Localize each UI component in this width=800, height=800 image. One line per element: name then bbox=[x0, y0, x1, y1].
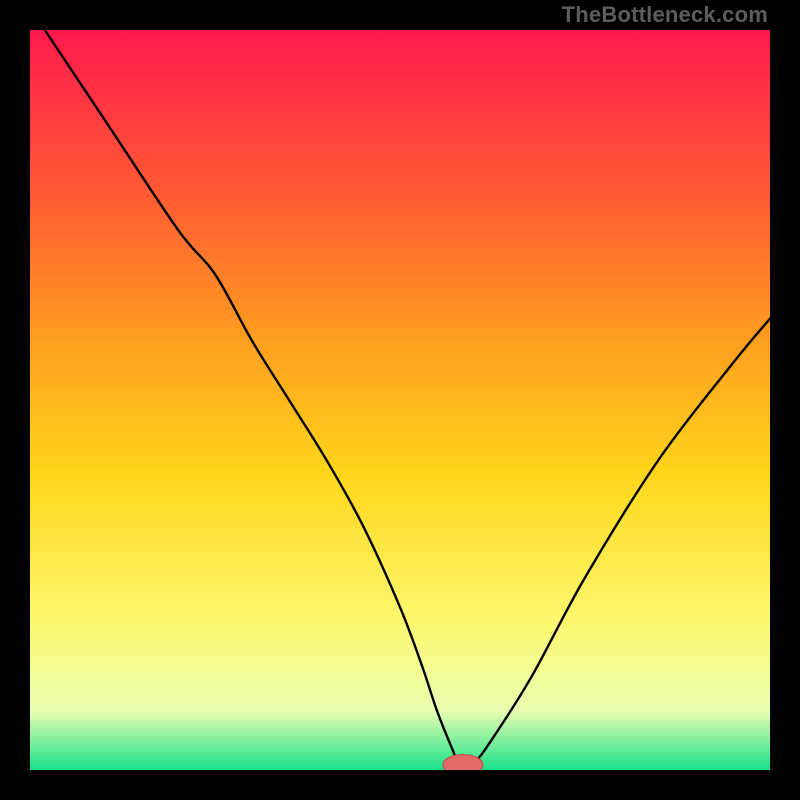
chart-svg bbox=[30, 30, 770, 770]
chart-frame: TheBottleneck.com bbox=[0, 0, 800, 800]
watermark-text: TheBottleneck.com bbox=[562, 2, 768, 28]
plot-area bbox=[30, 30, 770, 770]
gradient-background bbox=[30, 30, 770, 770]
